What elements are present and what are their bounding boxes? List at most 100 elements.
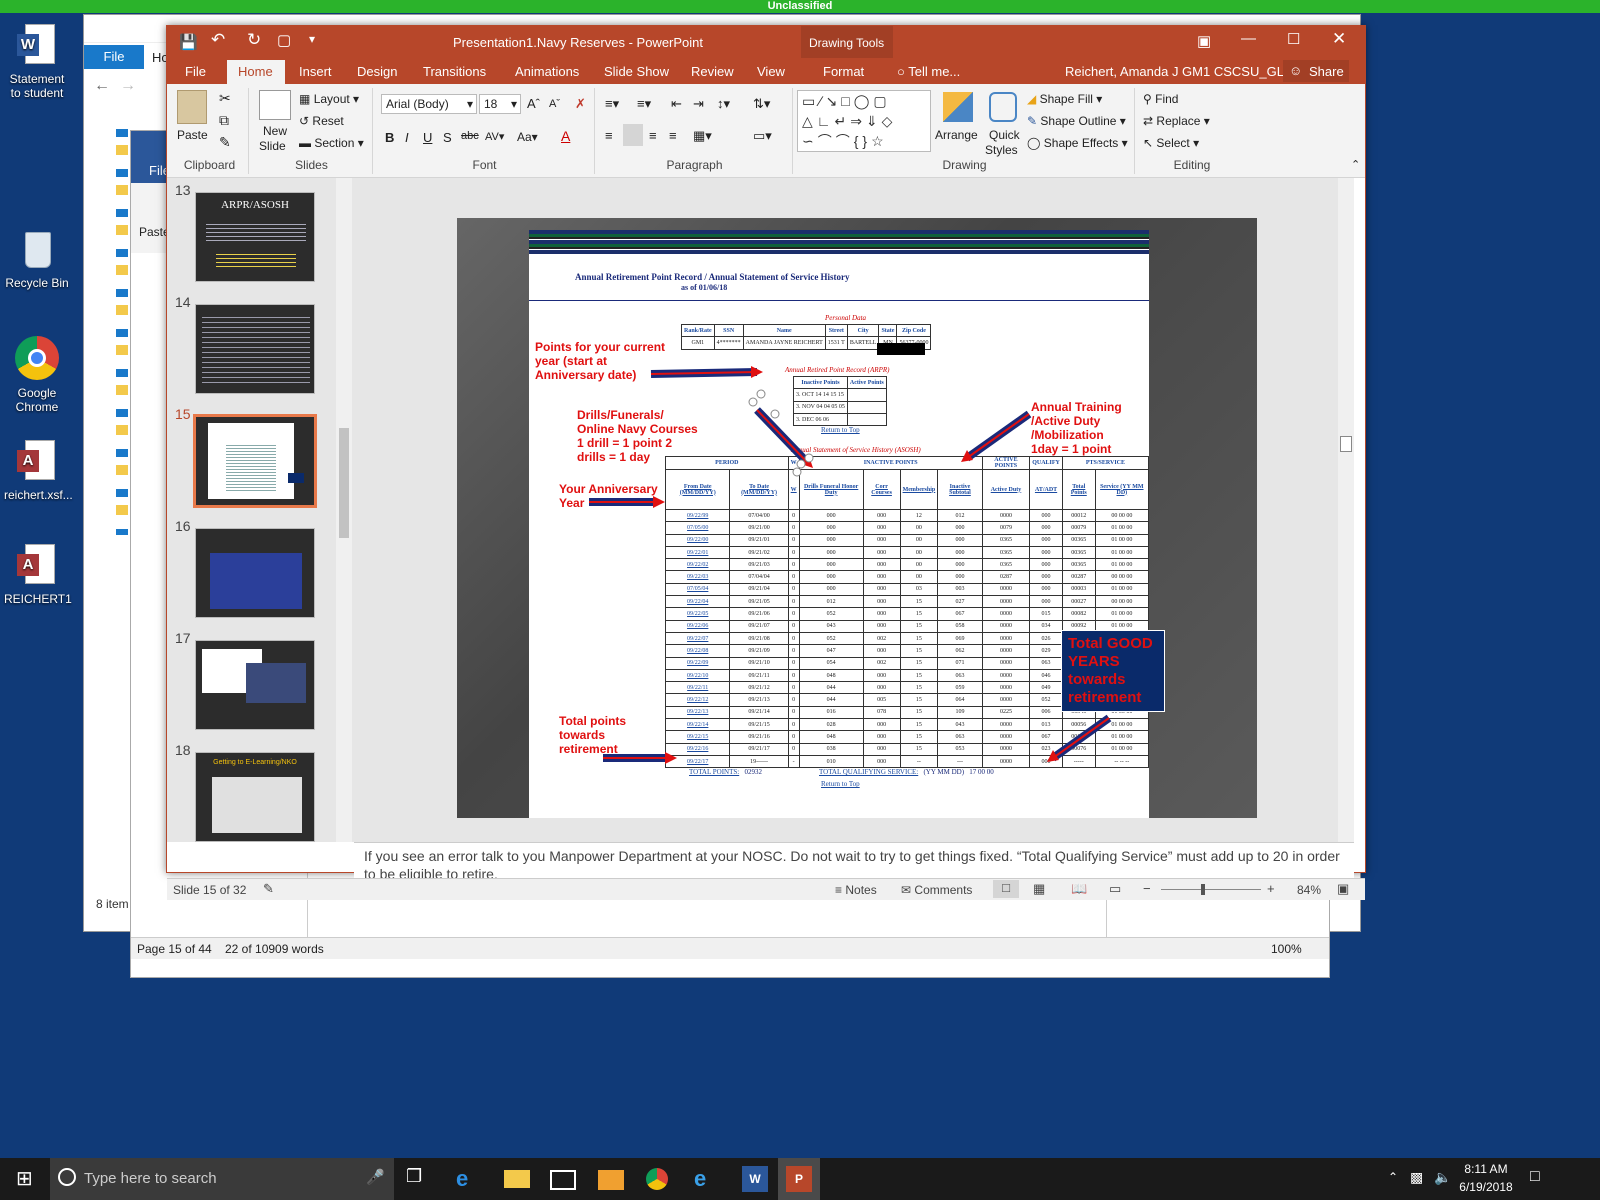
reset-button[interactable]: ↺ Reset — [299, 114, 344, 128]
zoom-level[interactable]: 84% — [1297, 883, 1321, 897]
shrink-font-icon[interactable]: Aˇ — [549, 98, 560, 110]
chrome-icon[interactable] — [646, 1168, 668, 1190]
section-button[interactable]: ▬ Section ▾ — [299, 136, 364, 150]
notes-button[interactable]: ≡ Notes — [835, 883, 877, 897]
tab-home[interactable]: Home — [227, 60, 285, 84]
slide-thumbnail-15-selected[interactable] — [193, 414, 317, 508]
decrease-indent-icon[interactable]: ⇤ — [671, 96, 682, 112]
shapes-gallery[interactable]: ▭∕↘□◯▢ △∟↵⇒⇓◇ ∽⌒⌒{}☆ — [797, 90, 931, 152]
slide-15[interactable]: Annual Retirement Point Record / Annual … — [457, 218, 1257, 818]
close-icon[interactable]: ✕ — [1332, 29, 1346, 49]
desktop-icon-reichert-xsf[interactable]: A reichert.xsf... — [4, 438, 73, 502]
arrange-button[interactable]: Arrange — [935, 128, 978, 142]
align-text-icon[interactable]: ▭▾ — [753, 128, 772, 144]
action-center-icon[interactable]: □ — [1530, 1168, 1540, 1186]
clock-date[interactable]: 6/19/2018 — [1456, 1180, 1516, 1194]
desktop-icon-reichert1[interactable]: A REICHERT1 — [4, 542, 72, 606]
zoom-in-icon[interactable]: + — [1267, 881, 1275, 896]
notes-pane[interactable]: If you see an error talk to you Manpower… — [354, 842, 1354, 878]
back-arrow-icon[interactable]: ← — [94, 77, 110, 95]
desktop-icon-statement[interactable]: W Statement to student — [4, 22, 70, 100]
maximize-icon[interactable]: ☐ — [1287, 30, 1300, 48]
tab-file[interactable]: File — [185, 64, 206, 79]
store-icon[interactable] — [550, 1170, 576, 1190]
align-left-icon[interactable]: ≡ — [605, 128, 613, 143]
tab-format[interactable]: Format — [823, 64, 864, 79]
quick-styles-label[interactable]: Quick — [989, 128, 1020, 142]
thumbnails-scrollbar[interactable] — [336, 178, 352, 842]
shape-fill-button[interactable]: ◢ Shape Fill ▾ — [1027, 92, 1102, 106]
reading-view-icon[interactable]: 📖 — [1071, 881, 1087, 897]
new-slide-label[interactable]: New — [263, 124, 287, 138]
tab-view[interactable]: View — [757, 64, 785, 79]
underline-icon[interactable]: U — [423, 130, 432, 145]
numbering-icon[interactable]: ≡▾ — [637, 96, 651, 112]
columns-icon[interactable]: ▦▾ — [693, 128, 712, 144]
redo-icon[interactable]: ↻ — [247, 30, 261, 50]
powerpoint-taskbar-active[interactable]: P — [778, 1158, 820, 1200]
fit-slide-icon[interactable]: ▣ — [1337, 881, 1349, 897]
canvas-scrollbar[interactable] — [1338, 178, 1354, 842]
clock-time[interactable]: 8:11 AM — [1456, 1162, 1516, 1176]
slideshow-view-icon[interactable]: ▭ — [1109, 881, 1121, 897]
zoom-out-icon[interactable]: − — [1143, 881, 1151, 896]
save-icon[interactable]: 💾 — [179, 33, 198, 51]
cut-icon[interactable]: ✂ — [219, 90, 231, 107]
collapse-ribbon-icon[interactable]: ⌃ — [1351, 158, 1360, 171]
align-center-icon[interactable] — [623, 124, 643, 146]
undo-icon[interactable]: ↶ — [211, 30, 225, 50]
microphone-icon[interactable]: 🎤 — [366, 1168, 385, 1186]
desktop-icon-recycle-bin[interactable]: Recycle Bin — [4, 226, 70, 290]
strikethrough-icon[interactable]: abc — [461, 130, 479, 142]
change-case-icon[interactable]: Aa▾ — [517, 130, 538, 144]
font-color-icon[interactable]: A — [561, 128, 570, 144]
layout-button[interactable]: ▦ Layout ▾ — [299, 92, 359, 106]
explorer-file-tab[interactable]: File — [84, 45, 144, 69]
grow-font-icon[interactable]: Aˆ — [527, 96, 540, 111]
spellcheck-icon[interactable]: ✎ — [263, 881, 274, 897]
customize-toolbar-icon[interactable]: ▾ — [309, 32, 315, 46]
char-spacing-icon[interactable]: AV▾ — [485, 130, 504, 143]
normal-view-icon[interactable]: □ — [993, 880, 1019, 898]
internet-explorer-icon[interactable]: e — [694, 1166, 720, 1192]
forward-arrow-icon[interactable]: → — [120, 77, 136, 95]
share-button[interactable]: ☺ Share — [1283, 60, 1349, 82]
line-spacing-icon[interactable]: ↕▾ — [717, 96, 730, 112]
slide-thumbnail-14[interactable] — [195, 304, 315, 394]
ribbon-display-icon[interactable]: ▣ — [1197, 32, 1211, 50]
zoom-slider[interactable] — [1161, 884, 1261, 895]
new-slide-label-2[interactable]: Slide — [259, 139, 286, 153]
select-button[interactable]: ↖ Select ▾ — [1143, 136, 1199, 150]
windows-start-icon[interactable]: ⊞ — [16, 1166, 33, 1191]
tell-me-box[interactable]: ○ Tell me... — [897, 64, 960, 79]
taskbar-search-box[interactable]: Type here to search 🎤 — [50, 1158, 394, 1200]
bold-icon[interactable]: B — [385, 130, 394, 145]
paste-icon[interactable] — [177, 90, 207, 124]
text-direction-icon[interactable]: ⇅▾ — [753, 96, 770, 112]
task-view-icon[interactable]: ❐ — [406, 1166, 432, 1192]
tab-review[interactable]: Review — [691, 64, 734, 79]
slide-thumbnail-16[interactable] — [195, 528, 315, 618]
slide-sorter-icon[interactable]: ▦ — [1033, 881, 1045, 897]
comments-button[interactable]: ✉ Comments — [901, 883, 972, 897]
quick-styles-label-2[interactable]: Styles — [985, 143, 1018, 157]
volume-icon[interactable]: 🔈 — [1434, 1169, 1451, 1186]
arrange-icon[interactable] — [943, 92, 973, 122]
paste-button[interactable]: Paste — [177, 128, 208, 142]
shape-effects-button[interactable]: ◯ Shape Effects ▾ — [1027, 136, 1128, 150]
italic-icon[interactable]: I — [405, 130, 409, 145]
replace-button[interactable]: ⇄ Replace ▾ — [1143, 114, 1210, 128]
quick-styles-icon[interactable] — [989, 92, 1017, 122]
new-slide-icon[interactable] — [259, 90, 291, 120]
slide-thumbnail-18[interactable]: Getting to E-Learning/NKO — [195, 752, 315, 842]
network-icon[interactable]: ▩ — [1410, 1169, 1423, 1186]
justify-icon[interactable]: ≡ — [669, 128, 677, 143]
slide-thumbnail-13[interactable]: ARPR/ASOSH — [195, 192, 315, 282]
tab-design[interactable]: Design — [357, 64, 397, 79]
desktop-icon-chrome[interactable]: Google Chrome — [4, 336, 70, 414]
find-button[interactable]: ⚲ Find — [1143, 92, 1178, 106]
file-explorer-icon[interactable] — [504, 1170, 530, 1188]
align-right-icon[interactable]: ≡ — [649, 128, 657, 143]
increase-indent-icon[interactable]: ⇥ — [693, 96, 704, 112]
tab-animations[interactable]: Animations — [515, 64, 579, 79]
